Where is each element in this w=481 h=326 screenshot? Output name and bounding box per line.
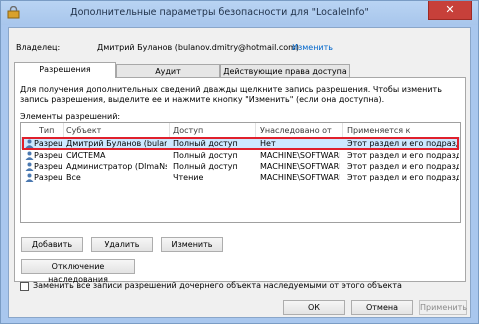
remove-button[interactable]: Удалить	[91, 237, 153, 252]
info-text: Для получения дополнительных сведений дв…	[20, 85, 442, 104]
table-row[interactable]: Разреш... СИСТЕМА Полный доступ MACHINE\…	[21, 150, 460, 161]
permission-list-label: Элементы разрешений:	[20, 112, 121, 121]
column-header-access[interactable]: Доступ	[173, 126, 203, 135]
replace-child-permissions-checkbox[interactable]	[20, 282, 29, 291]
tab-audit[interactable]: Аудит	[116, 64, 220, 77]
column-header-applies[interactable]: Применяется к	[347, 126, 410, 135]
list-header: Тип Субъект Доступ Унаследовано от Приме…	[21, 123, 460, 138]
column-header-subject[interactable]: Субъект	[66, 126, 101, 135]
permissions-panel: Для получения дополнительных сведений дв…	[14, 77, 466, 284]
edit-button[interactable]: Изменить	[161, 237, 223, 252]
column-header-type[interactable]: Тип	[39, 126, 54, 135]
user-icon	[25, 162, 34, 171]
table-row[interactable]: Разреш... Администратор (DlmaNs-net... П…	[21, 161, 460, 172]
ok-button[interactable]: ОК	[283, 300, 345, 315]
selected-row-highlight	[22, 137, 459, 150]
replace-child-permissions-label: Заменить все записи разрешений дочернего…	[33, 281, 402, 290]
apply-button[interactable]: Применить	[419, 300, 467, 315]
disable-inheritance-button[interactable]: Отключение наследования	[21, 259, 135, 284]
owner-label: Владелец:	[16, 43, 61, 52]
close-button[interactable]: ✕	[428, 1, 472, 20]
permission-entries-list[interactable]: Тип Субъект Доступ Унаследовано от Приме…	[20, 122, 461, 223]
tab-effective-access[interactable]: Действующие права доступа	[220, 64, 350, 77]
add-button[interactable]: Добавить	[21, 237, 83, 252]
change-owner-link[interactable]: Изменить	[292, 43, 333, 52]
cancel-button[interactable]: Отмена	[351, 300, 413, 315]
title-bar[interactable]: Дополнительные параметры безопасности дл…	[1, 1, 478, 25]
user-icon	[25, 151, 34, 160]
window-title: Дополнительные параметры безопасности дл…	[70, 7, 369, 18]
column-header-inherited[interactable]: Унаследовано от	[260, 126, 332, 135]
table-row[interactable]: Разреш... Все Чтение MACHINE\SOFTWARE\..…	[21, 172, 460, 183]
dialog-window: Дополнительные параметры безопасности дл…	[0, 0, 479, 324]
tab-permissions[interactable]: Разрешения	[14, 62, 116, 78]
owner-value: Дмитрий Буланов (bulanov.dmitry@hotmail.…	[97, 43, 300, 52]
user-icon	[25, 173, 34, 182]
dialog-client-area: Владелец: Дмитрий Буланов (bulanov.dmitr…	[8, 27, 471, 318]
